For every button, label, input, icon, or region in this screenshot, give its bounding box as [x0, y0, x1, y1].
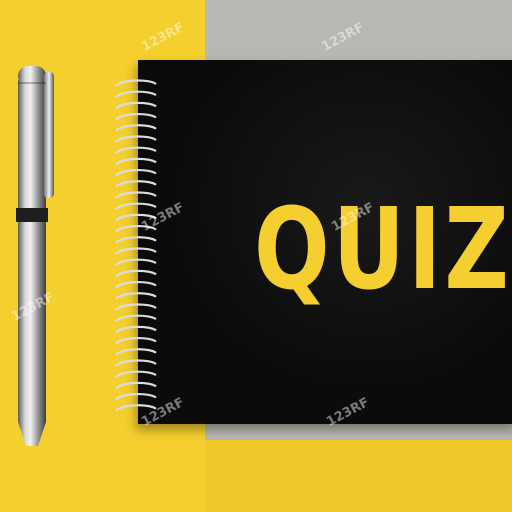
spiral-coil	[115, 337, 157, 345]
spiral-coil	[115, 348, 157, 356]
spiral-coil	[115, 90, 157, 99]
spiral-coil	[115, 381, 157, 390]
spiral-coil	[115, 393, 157, 401]
spiral-coil	[115, 202, 157, 211]
quiz-title: QUIZ	[252, 178, 512, 315]
spiral-coil	[115, 169, 157, 177]
yellow-background-bottom	[205, 440, 512, 512]
spiral-coil	[115, 269, 157, 278]
quiz-title-text: QUIZ	[254, 185, 512, 308]
spiral-coil	[115, 292, 157, 300]
spiral-coil	[115, 113, 157, 121]
spiral-coil	[115, 370, 157, 379]
spiral-coil	[115, 247, 157, 255]
spiral-coil	[115, 303, 157, 311]
spiral-coil	[115, 124, 157, 132]
spiral-coil	[115, 258, 157, 267]
spiral-coil	[115, 359, 157, 367]
spiral-coil	[115, 236, 157, 244]
spiral-coil	[115, 157, 157, 166]
spiral-coil	[115, 101, 157, 110]
spiral-coil	[115, 191, 157, 199]
spiral-coil	[115, 325, 157, 334]
spiral-coil	[115, 281, 157, 289]
photo-scene: QUIZ 123RF 123RF 123RF 123RF 123RF 123RF…	[0, 0, 512, 512]
spiral-coil	[115, 146, 157, 155]
spiral-coil	[115, 314, 157, 323]
pen	[16, 66, 54, 446]
spiral-coil	[115, 79, 157, 87]
spiral-coil	[115, 135, 157, 143]
spiral-coil	[115, 180, 157, 188]
spiral-binding	[115, 79, 157, 412]
